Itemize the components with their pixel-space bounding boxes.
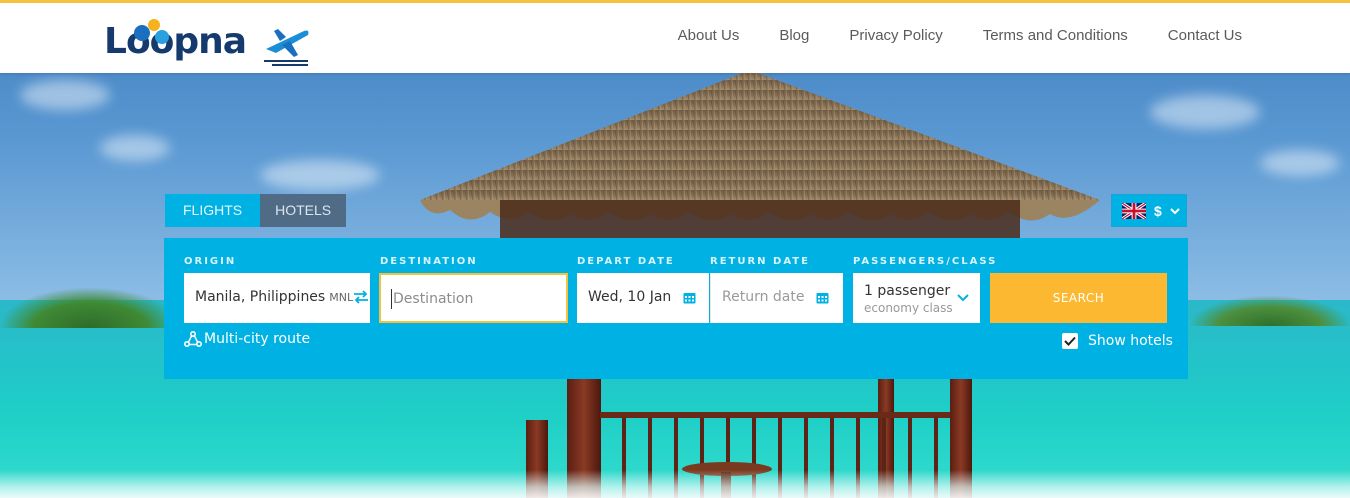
flight-search-panel: ORIGIN Manila, Philippines MNL DESTINATIO… [164, 238, 1188, 379]
nav-privacy-policy[interactable]: Privacy Policy [849, 27, 942, 44]
island [1190, 296, 1350, 326]
uk-flag-icon [1122, 202, 1146, 219]
logo-text: Loopna [104, 21, 246, 62]
origin-field[interactable]: Manila, Philippines MNL [184, 273, 370, 323]
shore-waves [0, 470, 1350, 498]
chevron-down-icon [1170, 207, 1180, 214]
cloud [100, 135, 170, 161]
multi-city-icon [184, 331, 202, 347]
passengers-class-label: PASSENGERS/CLASS [853, 256, 998, 267]
search-button[interactable]: SEARCH [990, 273, 1167, 323]
origin-value: Manila, Philippines [195, 289, 326, 305]
logo-graphic: Loopna [104, 19, 309, 66]
depart-date-field[interactable]: Wed, 10 Jan [577, 273, 709, 323]
nav-about-us[interactable]: About Us [678, 27, 740, 44]
show-hotels-checkbox[interactable] [1062, 333, 1078, 349]
destination-field [379, 273, 568, 323]
search-tabs: FLIGHTS HOTELS [165, 194, 347, 227]
show-hotels-label: Show hotels [1088, 333, 1173, 349]
show-hotels-toggle[interactable]: Show hotels [1062, 333, 1173, 349]
passenger-count: 1 passenger [864, 283, 951, 299]
destination-label: DESTINATION [380, 256, 478, 267]
cloud [20, 80, 110, 110]
swap-icon[interactable] [353, 290, 369, 304]
site-header: Loopna About Us Blog Privacy Policy Term… [0, 0, 1350, 73]
chevron-down-icon [957, 294, 969, 302]
cloud [1150, 95, 1260, 129]
cabin-class: economy class [864, 301, 953, 315]
calendar-icon [816, 293, 829, 304]
tab-hotels[interactable]: HOTELS [260, 194, 347, 227]
checkmark-icon [1064, 336, 1076, 346]
airplane-icon [264, 29, 309, 66]
island [0, 288, 180, 328]
calendar-icon [683, 293, 696, 304]
depart-date-value: Wed, 10 Jan [588, 289, 672, 305]
origin-code: MNL [329, 291, 354, 304]
multi-city-label: Multi-city route [204, 331, 311, 347]
depart-date-label: DEPART DATE [577, 256, 675, 267]
thatched-roof [420, 70, 1100, 240]
nav-terms-and-conditions[interactable]: Terms and Conditions [983, 27, 1128, 44]
main-nav: About Us Blog Privacy Policy Terms and C… [638, 27, 1242, 44]
nav-blog[interactable]: Blog [779, 27, 809, 44]
return-date-field[interactable]: Return date [710, 273, 843, 323]
currency-symbol: $ [1154, 202, 1162, 219]
tab-flights[interactable]: FLIGHTS [165, 194, 261, 227]
return-date-label: RETURN DATE [710, 256, 810, 267]
multi-city-route-link[interactable]: Multi-city route [184, 331, 310, 347]
passengers-class-field[interactable]: 1 passenger economy class [853, 273, 980, 323]
origin-label: ORIGIN [184, 256, 237, 267]
cloud [1260, 150, 1340, 176]
cloud [260, 160, 380, 190]
currency-selector[interactable]: $ [1111, 194, 1187, 227]
return-date-placeholder: Return date [722, 289, 805, 305]
destination-input[interactable] [391, 289, 561, 309]
nav-contact-us[interactable]: Contact Us [1168, 27, 1242, 44]
site-logo[interactable]: Loopna [104, 17, 314, 69]
